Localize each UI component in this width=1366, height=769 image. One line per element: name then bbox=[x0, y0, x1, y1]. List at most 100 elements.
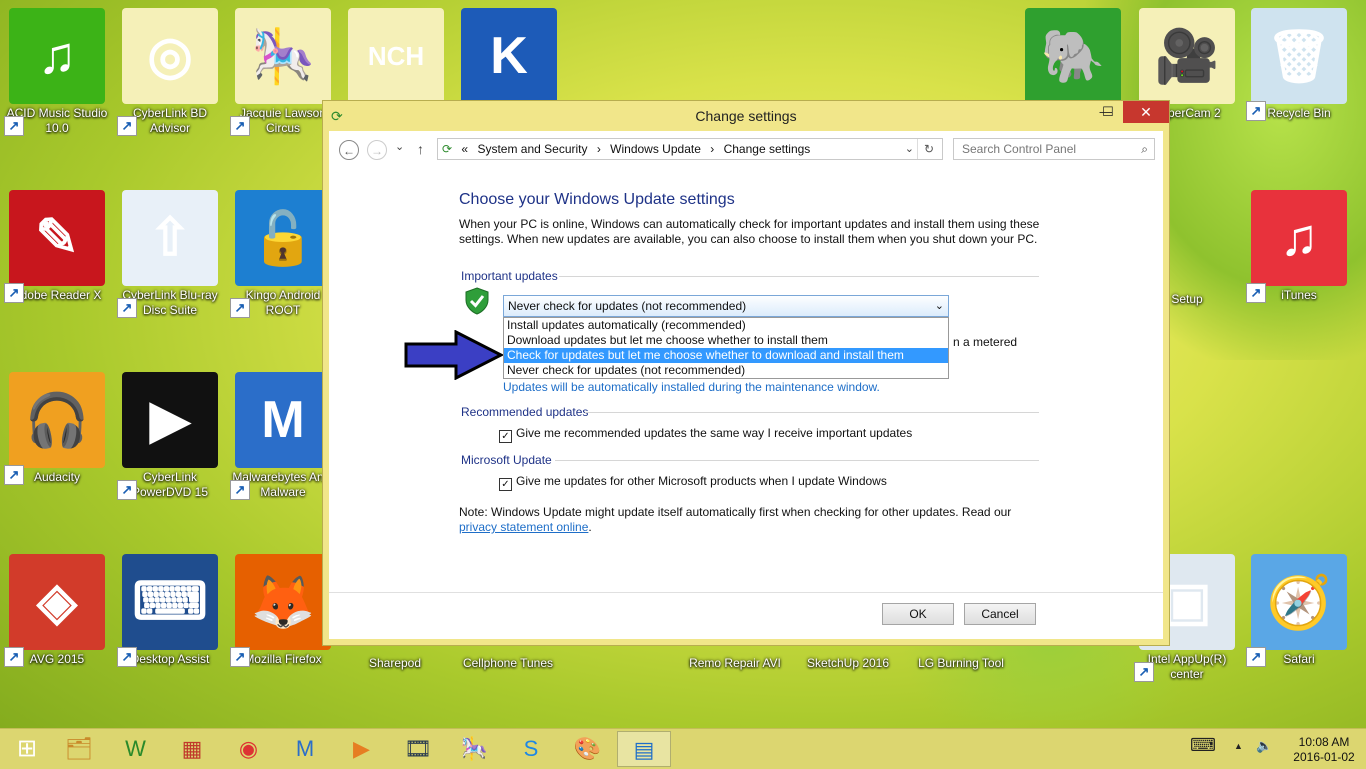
option-check-choose-download[interactable]: Check for updates but let me choose whet… bbox=[504, 348, 948, 363]
desktop-icon[interactable]: 🧭 ↗ Safari bbox=[1244, 554, 1354, 667]
desktop-icon-label[interactable]: Sharepod bbox=[340, 654, 450, 671]
app-icon: ◎ bbox=[122, 8, 218, 104]
address-bar[interactable]: ⟳ « System and Security › Windows Update… bbox=[437, 138, 943, 160]
recommended-updates-text: Give me recommended updates the same way… bbox=[516, 426, 913, 440]
divider bbox=[555, 460, 1039, 461]
breadcrumb-separator[interactable]: › bbox=[710, 142, 714, 156]
shortcut-arrow-icon: ↗ bbox=[4, 116, 24, 136]
desktop-icon-label[interactable]: Remo Repair AVI bbox=[680, 654, 790, 671]
taskbar-app-button[interactable]: W bbox=[109, 731, 163, 767]
dropdown-selected-value: Never check for updates (not recommended… bbox=[508, 299, 747, 313]
taskbar-app-button[interactable]: 🗂 bbox=[52, 731, 106, 767]
volume-icon[interactable]: 🔈 bbox=[1256, 738, 1272, 754]
app-icon: 🎠 bbox=[235, 8, 331, 104]
app-icon: ◈ bbox=[9, 554, 105, 650]
close-button[interactable]: ✕ bbox=[1123, 101, 1169, 123]
maximize-button[interactable]: ☐ bbox=[1093, 101, 1123, 123]
shortcut-arrow-icon: ↗ bbox=[230, 298, 250, 318]
desktop-icon[interactable]: ♫ ↗ ACID Music Studio 10.0 bbox=[2, 8, 112, 136]
app-icon: M bbox=[235, 372, 331, 468]
start-button[interactable]: ⊞ bbox=[0, 731, 54, 767]
desktop-icon[interactable]: ♫ ↗ iTunes bbox=[1244, 190, 1354, 303]
desktop-icon[interactable]: ◎ ↗ CyberLink BD Advisor bbox=[115, 8, 225, 136]
microsoft-update-text: Give me updates for other Microsoft prod… bbox=[516, 474, 887, 488]
desktop-icon-label[interactable]: SketchUp 2016 bbox=[793, 654, 903, 671]
taskbar-app-button[interactable]: ▤ bbox=[617, 731, 671, 767]
shortcut-arrow-icon: ↗ bbox=[4, 283, 24, 303]
breadcrumb-system-security[interactable]: System and Security bbox=[477, 142, 587, 156]
shortcut-arrow-icon: ↗ bbox=[230, 116, 250, 136]
settings-content: Choose your Windows Update settings When… bbox=[329, 169, 1163, 593]
checkbox-checked-icon[interactable]: ✓ bbox=[499, 430, 512, 443]
back-button[interactable]: ← bbox=[339, 140, 359, 160]
taskbar-app-button[interactable]: ◉ bbox=[222, 731, 276, 767]
up-button[interactable]: ↑ bbox=[417, 141, 424, 157]
desktop-icon-label-text: Remo Repair AVI bbox=[689, 656, 781, 670]
microsoft-update-checkbox[interactable]: ✓ Give me updates for other Microsoft pro… bbox=[499, 474, 887, 491]
clock-time: 10:08 AM bbox=[1298, 735, 1350, 749]
taskbar-app-button[interactable]: ▶ bbox=[335, 731, 389, 767]
recent-pages-button[interactable]: ⌄ bbox=[395, 140, 404, 153]
shortcut-arrow-icon: ↗ bbox=[230, 647, 250, 667]
taskbar-app-button[interactable]: M bbox=[278, 731, 332, 767]
option-download-choose-install[interactable]: Download updates but let me choose wheth… bbox=[504, 333, 948, 348]
note-text: Note: Windows Update might update itself… bbox=[459, 505, 1059, 535]
shortcut-arrow-icon: ↗ bbox=[117, 647, 137, 667]
navigation-bar: ← → ⌄ ↑ ⟳ « System and Security › Window… bbox=[329, 131, 1163, 169]
app-icon: 🐘 bbox=[1025, 8, 1121, 104]
desktop-icon[interactable]: ⌨ ↗ Desktop Assist bbox=[115, 554, 225, 667]
search-icon[interactable]: ⌕ bbox=[1141, 139, 1148, 159]
checkbox-checked-icon[interactable]: ✓ bbox=[499, 478, 512, 491]
forward-button[interactable]: → bbox=[367, 140, 387, 160]
important-updates-dropdown[interactable]: Never check for updates (not recommended… bbox=[503, 295, 949, 317]
taskbar-app-button[interactable]: S bbox=[504, 731, 558, 767]
system-clock[interactable]: 10:08 AM 2016-01-02 bbox=[1288, 735, 1360, 765]
note-period: . bbox=[588, 520, 592, 534]
divider bbox=[585, 412, 1039, 413]
taskbar-app-button[interactable]: 🎠 bbox=[448, 731, 502, 767]
taskbar-app-button[interactable]: ▦ bbox=[165, 731, 219, 767]
desktop-icon[interactable]: ✎ ↗ Adobe Reader X bbox=[2, 190, 112, 303]
breadcrumb-separator[interactable]: › bbox=[597, 142, 601, 156]
chevron-down-icon[interactable]: ⌄ bbox=[935, 296, 944, 316]
shortcut-arrow-icon: ↗ bbox=[117, 116, 137, 136]
keyboard-icon[interactable]: ⌨ bbox=[1190, 735, 1216, 756]
desktop-icon[interactable]: ⇧ ↗ CyberLink Blu-ray Disc Suite bbox=[115, 190, 225, 318]
taskbar-app-button[interactable]: 🎨 bbox=[561, 731, 615, 767]
app-icon: K bbox=[461, 8, 557, 104]
annotation-arrow-icon bbox=[404, 330, 504, 380]
breadcrumb-prefix[interactable]: « bbox=[461, 142, 468, 156]
shortcut-arrow-icon: ↗ bbox=[4, 465, 24, 485]
option-install-automatically[interactable]: Install updates automatically (recommend… bbox=[504, 318, 948, 333]
breadcrumb-windows-update[interactable]: Windows Update bbox=[610, 142, 701, 156]
desktop-icon-label[interactable]: LG Burning Tool bbox=[906, 654, 1016, 671]
breadcrumb-change-settings[interactable]: Change settings bbox=[724, 142, 811, 156]
address-dropdown-icon[interactable]: ⌄ bbox=[905, 139, 914, 159]
desktop-icon[interactable]: ◈ ↗ AVG 2015 bbox=[2, 554, 112, 667]
taskbar-app-button[interactable]: 🎞 bbox=[391, 731, 445, 767]
important-updates-label: Important updates bbox=[461, 269, 558, 283]
maintenance-window-link[interactable]: Updates will be automatically installed … bbox=[503, 380, 880, 394]
tray-expand-icon[interactable]: ▲ bbox=[1234, 741, 1243, 751]
ok-button[interactable]: OK bbox=[882, 603, 954, 625]
window-client: ← → ⌄ ↑ ⟳ « System and Security › Window… bbox=[329, 131, 1163, 639]
search-input[interactable]: Search Control Panel ⌕ bbox=[953, 138, 1155, 160]
app-icon: 🔓 bbox=[235, 190, 331, 286]
shortcut-arrow-icon: ↗ bbox=[230, 480, 250, 500]
divider bbox=[559, 276, 1039, 277]
recommended-updates-checkbox[interactable]: ✓ Give me recommended updates the same wa… bbox=[499, 426, 912, 443]
title-bar[interactable]: ⟳ Change settings — ☐ ✕ bbox=[323, 101, 1169, 131]
app-icon: ✎ bbox=[9, 190, 105, 286]
desktop-icon[interactable]: ▶ ↗ CyberLink PowerDVD 15 bbox=[115, 372, 225, 500]
desktop-icon[interactable]: 🎧 ↗ Audacity bbox=[2, 372, 112, 485]
refresh-icon[interactable]: ↻ bbox=[917, 139, 940, 159]
privacy-statement-link[interactable]: privacy statement online bbox=[459, 520, 588, 534]
option-never-check[interactable]: Never check for updates (not recommended… bbox=[504, 363, 948, 378]
desktop-icon[interactable]: 🗑 ↗ Recycle Bin bbox=[1244, 8, 1354, 121]
cancel-button[interactable]: Cancel bbox=[964, 603, 1036, 625]
desktop-icon-label[interactable]: Cellphone Tunes bbox=[453, 654, 563, 671]
app-icon: ♫ bbox=[1251, 190, 1347, 286]
search-placeholder: Search Control Panel bbox=[962, 142, 1077, 156]
dropdown-options-list: Install updates automatically (recommend… bbox=[503, 317, 949, 379]
clock-date: 2016-01-02 bbox=[1293, 750, 1355, 764]
